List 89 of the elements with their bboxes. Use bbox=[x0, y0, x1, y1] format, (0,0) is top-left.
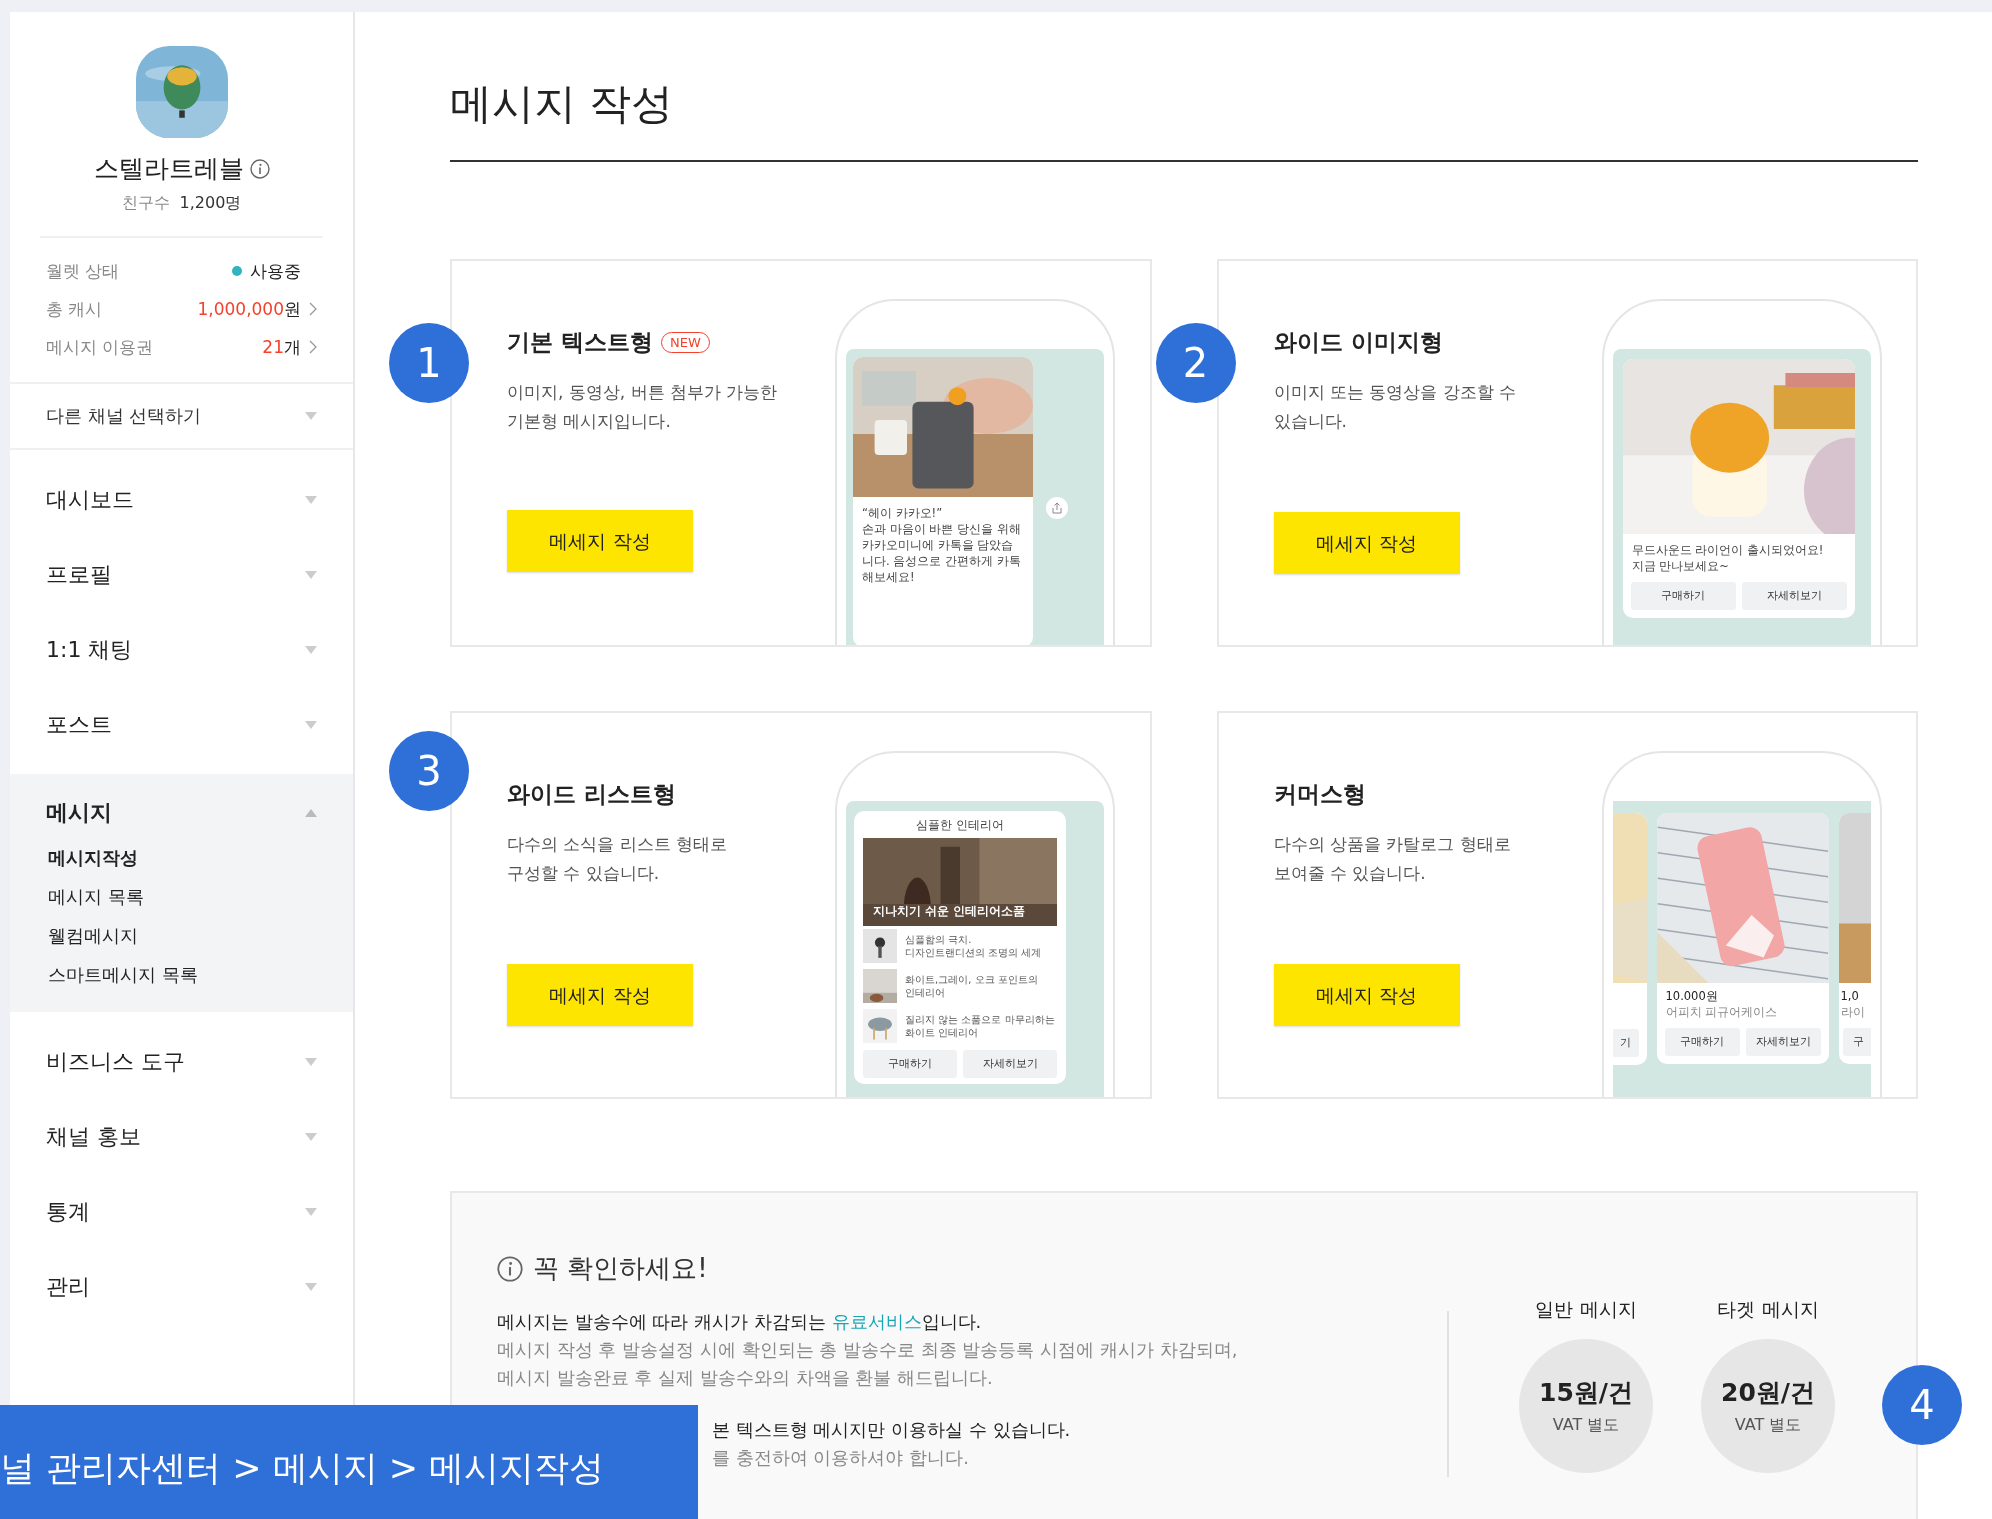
channel-select[interactable]: 다른 채널 선택하기 bbox=[10, 384, 353, 450]
message-button[interactable]: 자세히보기 bbox=[963, 1050, 1057, 1078]
message-button[interactable]: 구매하기 bbox=[1630, 582, 1736, 610]
message-button[interactable]: 자세히보기 bbox=[1745, 1028, 1821, 1056]
chevron-right-icon bbox=[309, 340, 317, 354]
caret-icon bbox=[305, 570, 317, 579]
menu-item[interactable]: 비즈니스 도구 bbox=[10, 1024, 353, 1099]
compose-button[interactable]: 메세지 작성 bbox=[507, 964, 693, 1026]
caret-icon bbox=[305, 1207, 317, 1216]
menu-item[interactable]: 관리 bbox=[10, 1249, 353, 1324]
message-button[interactable]: 기 bbox=[1612, 1029, 1639, 1057]
message-button[interactable]: 구매하기 bbox=[863, 1050, 957, 1078]
notice-text: 본 텍스트형 메시지만 이용하실 수 있습니다. bbox=[712, 1418, 1072, 1442]
product-price: 1,0 bbox=[1840, 988, 1860, 1004]
menu-item[interactable]: 대시보드 bbox=[10, 462, 353, 537]
chevron-right-icon bbox=[309, 302, 317, 316]
share-icon[interactable] bbox=[1046, 497, 1068, 519]
compose-button[interactable]: 메세지 작성 bbox=[1273, 512, 1460, 574]
step-number: 3 bbox=[389, 731, 469, 811]
product-price: 10.000원 bbox=[1665, 988, 1719, 1004]
caret-icon bbox=[305, 1057, 317, 1066]
card-description: 이미지 또는 동영상을 강조할 수 있습니다. bbox=[1273, 381, 1518, 433]
submenu-item[interactable]: 웰컴메시지 bbox=[10, 916, 176, 955]
card-description: 이미지, 동영상, 버튼 첨부가 가능한 기본형 메시지입니다. bbox=[507, 381, 779, 433]
caret-icon bbox=[305, 495, 317, 504]
submenu-item[interactable]: 메시지작성 bbox=[10, 838, 176, 877]
caret-icon bbox=[305, 1132, 317, 1141]
compose-button[interactable]: 메세지 작성 bbox=[1273, 964, 1460, 1026]
wallet-label: 메시지 이용권 bbox=[46, 335, 154, 359]
message-button[interactable]: 구 bbox=[1842, 1028, 1871, 1056]
price-value: 15원/건 bbox=[1539, 1377, 1633, 1409]
message-button[interactable]: 자세히보기 bbox=[1741, 582, 1847, 610]
menu-item[interactable]: 채널 홍보 bbox=[10, 1099, 353, 1174]
menu-item[interactable]: 메시지 bbox=[10, 788, 353, 838]
notice-title: 꼭 확인하세요! bbox=[533, 1252, 708, 1285]
vat-note: VAT 별도 bbox=[1552, 1415, 1620, 1436]
wallet-value[interactable]: 1,000,000원 bbox=[197, 297, 301, 321]
message-text: “헤이 카카오!” bbox=[862, 505, 944, 521]
price-value: 20원/건 bbox=[1721, 1377, 1815, 1409]
list-item-text: 질리지 않는 소품으로 마무리하는 화이트 인테리어 bbox=[905, 1013, 1055, 1039]
card-title: 커머스형 bbox=[1273, 780, 1366, 809]
wallet-label: 총 캐시 bbox=[46, 297, 103, 321]
notice-detail: 메시지 발송완료 후 실제 발송수와의 차액을 환불 해드립니다. bbox=[497, 1366, 994, 1390]
page-title: 메시지 작성 bbox=[450, 76, 1918, 162]
step-number: 2 bbox=[1155, 323, 1236, 403]
menu-item[interactable]: 포스트 bbox=[10, 687, 353, 762]
channel-name: 스텔라트레블 bbox=[93, 153, 244, 185]
breadcrumb-banner: 널 관리자센터 > 메시지 > 메시지작성 bbox=[0, 1405, 698, 1519]
menu-item[interactable]: 프로필 bbox=[10, 537, 353, 612]
menu-item[interactable]: 통계 bbox=[10, 1174, 353, 1249]
card-title: 기본 텍스트형 bbox=[507, 328, 653, 357]
card-description: 다수의 상품을 카탈로그 형태로 보여줄 수 있습니다. bbox=[1273, 833, 1512, 885]
message-text: 무드사운드 라이언이 출시되었어요! bbox=[1631, 542, 1825, 558]
image-caption: 지나치기 쉬운 인테리어소품 bbox=[873, 903, 1026, 920]
notice-detail: 메시지 작성 후 발송설정 시에 확인되는 총 발송수로 최종 발송등록 시점에 캐시가 차감되며, bbox=[497, 1338, 1239, 1362]
vat-note: VAT 별도 bbox=[1734, 1415, 1802, 1436]
list-item-text: 화이트,그레이, 오크 포인트의 인테리어 bbox=[905, 973, 1038, 999]
wallet-label: 월렛 상태 bbox=[46, 259, 120, 283]
step-number: 1 bbox=[389, 323, 469, 403]
message-text: 지금 만나보세요~ bbox=[1631, 558, 1730, 574]
submenu-item[interactable]: 스마트메시지 목록 bbox=[10, 955, 236, 994]
list-item-text: 심플함의 극치. 디자인트랜디션의 조명의 세계 bbox=[905, 933, 1042, 959]
notice-detail: 를 충전하여 이용하셔야 합니다. bbox=[712, 1446, 970, 1470]
info-icon bbox=[497, 1255, 523, 1282]
step-number: 4 bbox=[1882, 1365, 1962, 1445]
friends-label: 친구수 bbox=[121, 193, 170, 214]
caret-icon bbox=[305, 1282, 317, 1291]
product-name: 어피치 피규어케이스 bbox=[1665, 1004, 1779, 1020]
price-label: 일반 메시지 bbox=[1535, 1297, 1637, 1322]
wallet-status: 사용중 bbox=[250, 259, 301, 283]
caret-icon bbox=[305, 809, 317, 817]
message-button[interactable]: 구매하기 bbox=[1664, 1028, 1740, 1056]
card-description: 다수의 소식을 리스트 형태로 구성할 수 있습니다. bbox=[507, 833, 729, 885]
wallet-value[interactable]: 21개 bbox=[262, 335, 301, 359]
compose-button[interactable]: 메세지 작성 bbox=[507, 510, 693, 572]
friends-count: 1,200명 bbox=[179, 193, 242, 214]
submenu-item[interactable]: 메시지 목록 bbox=[10, 877, 182, 916]
caret-icon bbox=[305, 412, 317, 420]
info-icon bbox=[249, 158, 270, 179]
caret-icon bbox=[305, 645, 317, 654]
message-text: 손과 마음이 바쁜 당신을 위해 카카오미니에 카톡을 담았습니다. 음성으로 간편하게 카톡해보세요! bbox=[862, 521, 1022, 585]
caret-icon bbox=[305, 720, 317, 729]
card-title: 와이드 이미지형 bbox=[1273, 328, 1443, 357]
card-title: 와이드 리스트형 bbox=[507, 780, 676, 809]
price-label: 타겟 메시지 bbox=[1717, 1297, 1819, 1322]
list-header: 심플한 인테리어 bbox=[915, 817, 1005, 833]
notice-text: 메시지는 발송수에 따라 캐시가 차감되는 유료서비스입니다. bbox=[497, 1310, 983, 1334]
menu-item[interactable]: 1:1 채팅 bbox=[10, 612, 353, 687]
product-name: 라이 bbox=[1840, 1004, 1866, 1020]
